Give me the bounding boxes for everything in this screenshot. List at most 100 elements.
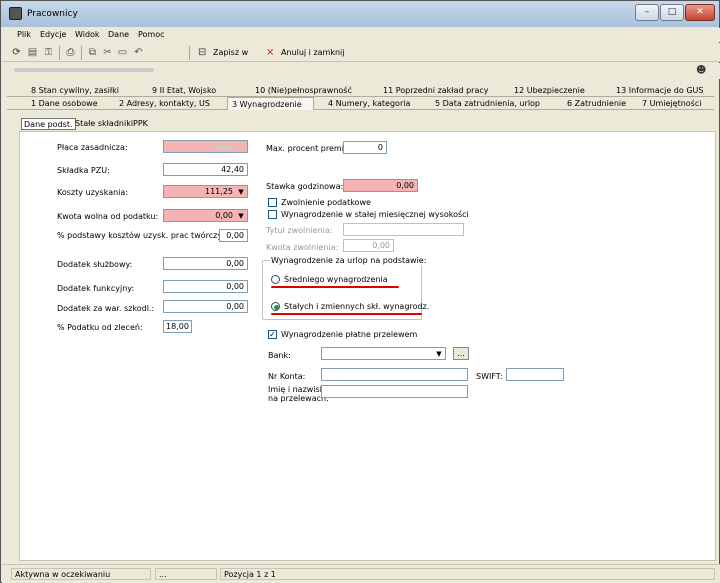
koszty-label: Koszty uzyskania: <box>57 188 128 197</box>
tab-stan-cywilny[interactable]: 8 Stan cywilny, zasiłki <box>31 84 119 97</box>
undo-icon[interactable]: ↶ <box>132 46 145 59</box>
funkcyjny-label: Dodatek funkcyjny: <box>57 284 135 293</box>
pzu-label: Składka PZU: <box>57 166 110 175</box>
tab-wynagrodzenie[interactable]: 3 Wynagrodzenie <box>227 97 314 110</box>
tab-poprzedni-zaklad[interactable]: 11 Poprzedni zakład pracy <box>383 84 489 97</box>
copy-icon[interactable]: ⧉ <box>86 46 99 59</box>
toolbar-separator <box>59 46 60 60</box>
employee-header: ☻ <box>2 63 720 79</box>
tab-niepelnosprawnosc[interactable]: 10 (Nie)pełnosprawność <box>255 84 352 97</box>
konto-label: Nr Konta: <box>268 372 306 381</box>
procent-input[interactable]: 0,00 <box>219 229 248 242</box>
zlecen-label: % Podatku od zleceń: <box>57 323 143 332</box>
chevron-down-icon[interactable]: ▼ <box>236 211 246 221</box>
szkodl-label: Dodatek za war. szkodl.: <box>57 304 155 313</box>
subtab-stale-skladniki[interactable]: Stałe składniki <box>73 118 135 130</box>
tab-informacje-gus[interactable]: 13 Informacje do GUS <box>616 84 703 97</box>
app-window: Pracownicy – □ ✕ Plik Edycje Widok Dane … <box>0 0 720 583</box>
zwolnienie-checkbox[interactable] <box>268 198 277 207</box>
pzu-input[interactable]: 42,40 <box>163 163 248 176</box>
przelew-label: Wynagrodzenie płatne przelewem <box>281 330 418 339</box>
urlop-radio-srednie[interactable] <box>271 275 280 284</box>
disk-icon: ⊟ <box>198 47 207 58</box>
placa-input[interactable] <box>163 140 248 153</box>
tab-ubezpieczenie[interactable]: 12 Ubezpieczenie <box>514 84 585 97</box>
tab-data-zatrudnienia[interactable]: 5 Data zatrudnienia, urlop <box>435 97 540 110</box>
menu-pomoc[interactable]: Pomoc <box>138 30 165 39</box>
subtab-ppk[interactable]: PPK <box>131 118 150 130</box>
menu-edycje[interactable]: Edycje <box>40 30 66 39</box>
sluzbowy-input[interactable]: 0,00 <box>163 257 248 270</box>
chevron-down-icon[interactable]: ▼ <box>434 349 444 359</box>
przelew-checkbox[interactable]: ✓ <box>268 330 277 339</box>
bank-browse-button[interactable]: ... <box>453 347 469 360</box>
status-mid: ... <box>155 568 217 580</box>
red-underline <box>271 286 399 288</box>
stala-checkbox[interactable] <box>268 210 277 219</box>
minimize-button[interactable]: – <box>635 4 659 21</box>
chevron-down-icon[interactable]: ▼ <box>236 187 246 197</box>
cancel-icon: ⨯ <box>266 47 275 58</box>
stawka-input[interactable]: 0,00 <box>343 179 418 192</box>
bank-label: Bank: <box>268 351 291 360</box>
kwota-zw-label: Kwota zwolnienia: <box>266 243 339 252</box>
urlop-groupbox <box>262 260 422 320</box>
urlop-radio-stale[interactable] <box>271 302 280 311</box>
menu-widok[interactable]: Widok <box>75 30 100 39</box>
swift-label: SWIFT: <box>476 372 503 381</box>
refresh-icon[interactable]: ⟳ <box>10 46 23 59</box>
tab-zatrudnienie[interactable]: 6 Zatrudnienie <box>567 97 626 110</box>
konto-input[interactable] <box>321 368 468 381</box>
procent-label: % podstawy kosztów uzysk. prac twórczych… <box>57 231 235 240</box>
urlop-title: Wynagrodzenie za urlop na podstawie: <box>270 256 428 265</box>
subtab-dane-podst[interactable]: Dane podst. <box>21 118 76 130</box>
funkcyjny-input[interactable]: 0,00 <box>163 280 248 293</box>
user-icon: ☻ <box>696 65 707 76</box>
imie-input[interactable] <box>321 385 468 398</box>
record-icon[interactable]: ▤ <box>26 46 39 59</box>
swift-input[interactable] <box>506 368 564 381</box>
tytul-label: Tytuł zwolnienia: <box>266 226 333 235</box>
status-state: Aktywna w oczekiwaniu <box>11 568 151 580</box>
zwolnienie-label: Zwolnienie podatkowe <box>281 198 371 207</box>
print-icon[interactable]: ⎙ <box>64 46 77 59</box>
urlop-opt2-label: Stałych i zmiennych skł. wynagrodz. <box>284 302 430 311</box>
koszty-select[interactable]: 111,25 ▼ <box>163 185 248 198</box>
cancel-label: Anuluj i zamknij <box>281 48 345 57</box>
cancel-close-button[interactable]: ⨯ Anuluj i zamknij <box>265 45 345 60</box>
tab-adresy[interactable]: 2 Adresy, kontakty, US <box>119 97 210 110</box>
status-bar: Aktywna w oczekiwaniu ... Pozycja 1 z 1 <box>2 564 720 583</box>
app-icon <box>9 7 22 20</box>
tytul-input[interactable] <box>343 223 464 236</box>
tab-row-lower: 1 Dane osobowe 2 Adresy, kontakty, US 3 … <box>7 97 714 110</box>
tab-dane-osobowe[interactable]: 1 Dane osobowe <box>31 97 98 110</box>
kwota-select[interactable]: 0,00 ▼ <box>163 209 248 222</box>
stawka-label: Stawka godzinowa: <box>266 182 344 191</box>
cut-icon[interactable]: ✂ <box>101 46 114 59</box>
lock-icon[interactable]: ⚿ <box>42 46 55 59</box>
toolbar-separator <box>189 46 190 60</box>
zlecen-input[interactable]: 18,00 <box>163 320 192 333</box>
szkodl-input[interactable]: 0,00 <box>163 300 248 313</box>
maximize-button[interactable]: □ <box>660 4 684 21</box>
premia-input[interactable]: 0 <box>343 141 387 154</box>
bank-select[interactable]: ▼ <box>321 347 446 360</box>
blurred-employee-name <box>14 68 154 72</box>
save-to-db-button[interactable]: ⊟ Zapisz w bazie <box>197 45 267 72</box>
tab-numery-kategoria[interactable]: 4 Numery, kategoria <box>328 97 410 110</box>
imie-label-1: Imię i nazwisko <box>268 385 329 394</box>
tab-row-upper: 8 Stan cywilny, zasiłki 9 II Etat, Wojsk… <box>7 84 714 97</box>
tab-ii-etat[interactable]: 9 II Etat, Wojsko <box>152 84 216 97</box>
close-button[interactable]: ✕ <box>685 4 715 21</box>
menu-plik[interactable]: Plik <box>17 30 31 39</box>
blurred-salary <box>216 146 234 149</box>
stala-label: Wynagrodzenie w stałej miesięcznej wysok… <box>281 210 469 219</box>
menu-dane[interactable]: Dane <box>108 30 129 39</box>
subtab-bar: Dane podst. Stałe składniki PPK <box>19 118 716 131</box>
form-panel: Płaca zasadnicza: Składka PZU: 42,40 Kos… <box>19 131 716 561</box>
kwota-zw-input[interactable]: 0,00 <box>343 239 394 252</box>
imie-label-2: na przelewach: <box>268 394 329 403</box>
paste-icon[interactable]: ▭ <box>116 46 129 59</box>
tab-umiejetnosci[interactable]: 7 Umiejętności <box>642 97 701 110</box>
menu-bar: Plik Edycje Widok Dane Pomoc <box>2 28 720 42</box>
